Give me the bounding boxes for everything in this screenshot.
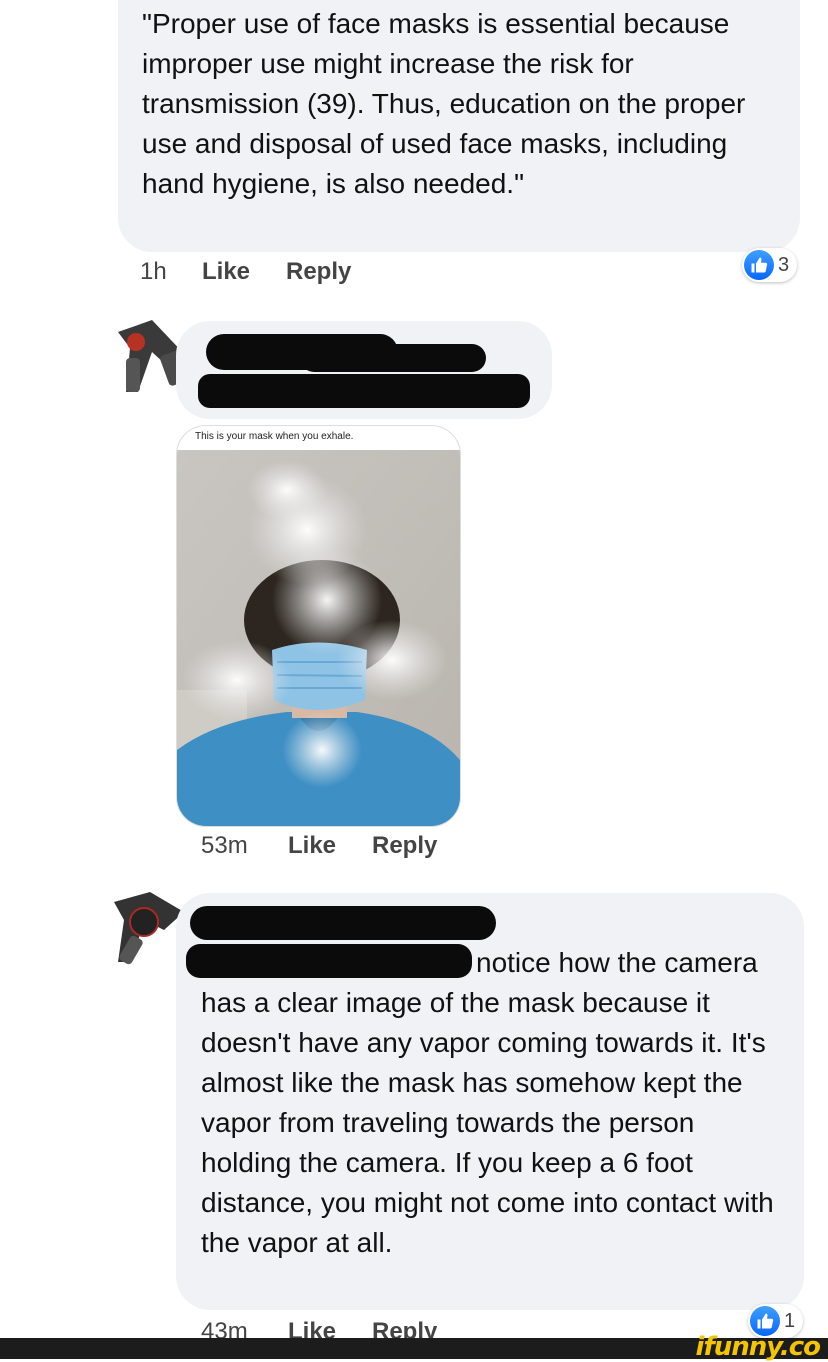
reply-button[interactable]: Reply <box>372 832 437 860</box>
comment-bubble-1: "Proper use of face masks is essential b… <box>118 0 800 252</box>
thumbs-up-icon <box>744 250 774 280</box>
redacted-name <box>300 344 486 372</box>
comment-meta-2: 53m Like Reply <box>201 832 437 860</box>
comment-meta-1: 1h Like Reply <box>140 258 351 286</box>
comment-time-2: 53m <box>201 832 248 859</box>
redacted-name <box>198 374 530 408</box>
image-caption: This is your mask when you exhale. <box>195 431 354 442</box>
redacted-name <box>190 906 496 940</box>
comment-body-3: notice how the camera has a clear image … <box>201 947 774 1258</box>
like-button[interactable]: Like <box>202 258 286 286</box>
comment-image[interactable]: This is your mask when you exhale. <box>176 425 461 827</box>
reaction-badge-1[interactable]: 3 <box>742 248 798 282</box>
redacted-name <box>186 944 472 978</box>
watermark-bar: ifunny.co <box>0 1332 828 1362</box>
watermark-logo: ifunny.co <box>695 1332 821 1362</box>
comment-text-3: notice how the camera has a clear image … <box>201 943 780 1263</box>
like-button[interactable]: Like <box>288 832 372 860</box>
reply-button[interactable]: Reply <box>286 258 351 286</box>
vape-photo <box>177 450 460 826</box>
comment-time-1: 1h <box>140 258 167 285</box>
reaction-count: 3 <box>778 253 790 276</box>
reaction-count: 1 <box>784 1309 796 1332</box>
comment-text-1: "Proper use of face masks is essential b… <box>142 8 746 199</box>
